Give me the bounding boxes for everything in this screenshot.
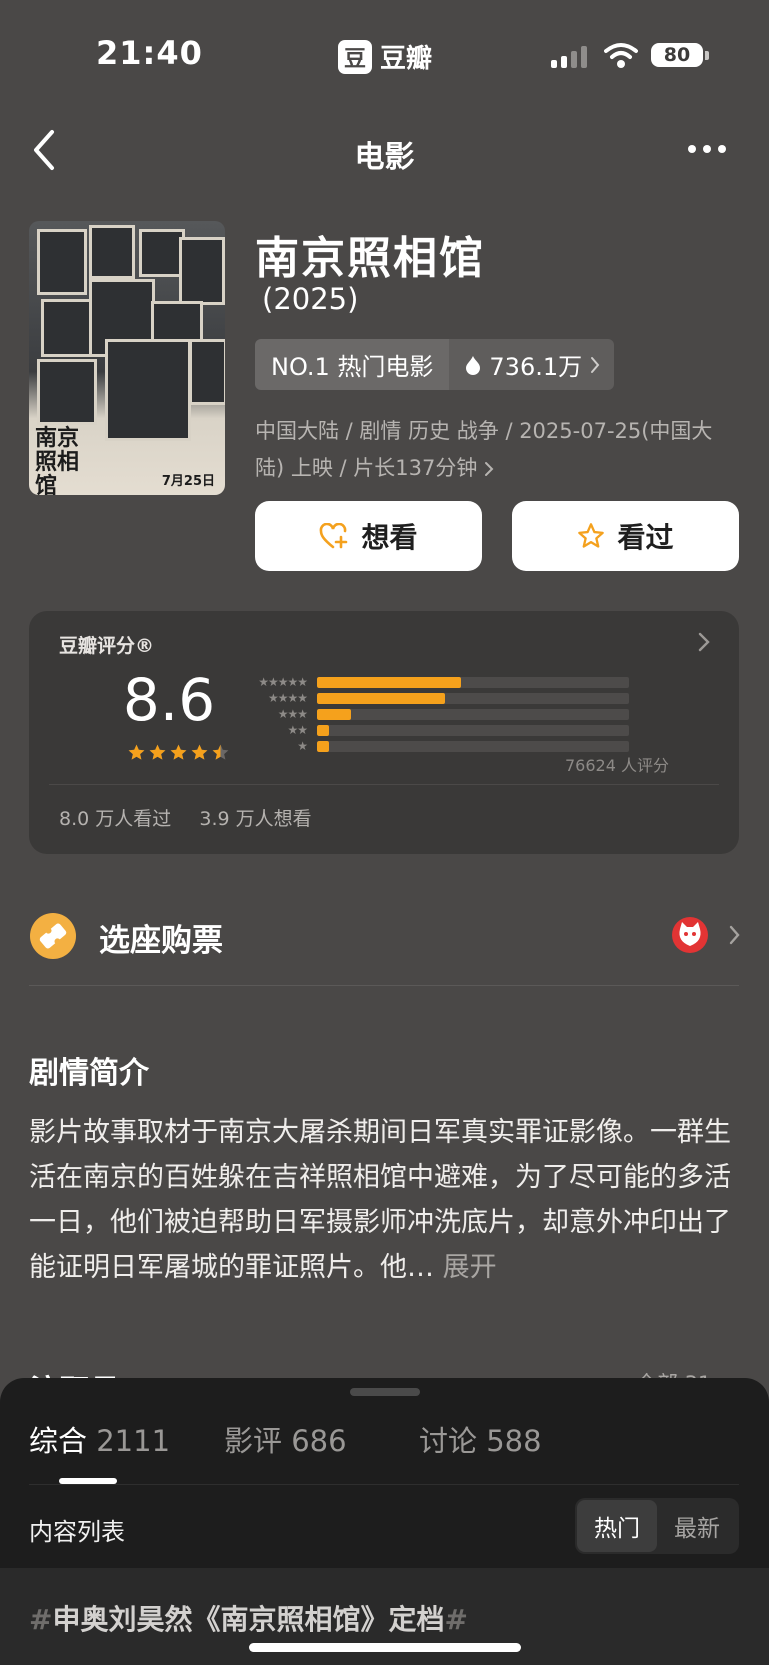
rating-bar-track [317, 724, 629, 736]
movie-year: (2025) [262, 282, 359, 316]
tab-discussions[interactable]: 讨论 588 [419, 1418, 542, 1460]
chevron-right-icon[interactable] [728, 924, 741, 946]
rating-star-icon [191, 744, 208, 760]
rating-star-icon [128, 744, 145, 760]
tab-reviews[interactable]: 影评 686 [224, 1418, 347, 1460]
hash-mark: # [444, 1603, 468, 1636]
maoyan-cat-icon [672, 917, 708, 953]
heat-value: 736.1万 [489, 353, 583, 381]
tab-overall[interactable]: 综合 2111 [29, 1418, 170, 1460]
ticket-icon [30, 913, 76, 959]
seen-label: 看过 [617, 521, 674, 554]
more-icon[interactable] [688, 145, 726, 153]
rating-bar [317, 740, 330, 752]
chevron-right-icon [485, 462, 494, 476]
hashtag-topic[interactable]: #申奥刘昊然《南京照相馆》定档# [29, 1598, 468, 1638]
flame-icon [466, 355, 481, 375]
sheet-grabber[interactable] [350, 1388, 420, 1396]
content-list-label: 内容列表 [29, 1518, 125, 1546]
rating-bar-row: ★★★★★ [237, 674, 629, 690]
bottom-sheet: 综合 2111 影评 686 讨论 588 内容列表 热门 最新 #申奥刘昊然《… [0, 1378, 769, 1665]
rating-bar [317, 708, 352, 720]
rating-score: 8.6 [122, 666, 216, 734]
status-time: 21:40 [96, 34, 203, 72]
wifi-icon [604, 43, 638, 68]
rating-bar [317, 676, 461, 688]
app-badge: 豆 豆瓣 [338, 38, 432, 75]
synopsis-text: 影片故事取材于南京大屠杀期间日军真实罪证影像。一群生活在南京的百姓躲在吉祥照相馆… [29, 1117, 731, 1283]
rating-bar-track [317, 740, 629, 752]
rating-star-icon [170, 744, 187, 760]
synopsis-title: 剧情简介 [29, 1056, 149, 1091]
rating-distribution: ★★★★★ ★★★★ ★★★ ★★ ★ [237, 674, 629, 754]
rating-bar-row: ★★★★ [237, 690, 629, 706]
rating-bar [317, 692, 445, 704]
tab-label: 讨论 [419, 1424, 478, 1458]
rating-bar-track [317, 692, 629, 704]
poster-title: 南京照相馆 [35, 426, 80, 496]
sort-toggle[interactable]: 热门 最新 [575, 1498, 739, 1554]
rating-title: 豆瓣评分® [59, 635, 155, 657]
rating-bar-row: ★★ [237, 722, 629, 738]
tab-label: 综合 [29, 1424, 88, 1458]
poster-date: 7月25日 [161, 474, 215, 489]
rating-bar-track [317, 676, 629, 688]
bar-star-icons: ★★ [287, 723, 308, 737]
rating-star-icon [149, 744, 166, 760]
cellular-signal-icon [551, 44, 587, 68]
bar-star-icons: ★★★★ [267, 691, 308, 705]
home-indicator[interactable] [249, 1643, 521, 1652]
tab-label: 影评 [224, 1424, 283, 1458]
rating-bar-track [317, 708, 629, 720]
rating-card[interactable]: 豆瓣评分® 8.6 ★★★★★ ★★★★ ★★★ ★★ ★ 76624 人评分 8.0 … [29, 611, 739, 854]
sort-hot-button[interactable]: 热门 [577, 1500, 657, 1552]
rating-stars [127, 743, 230, 762]
rating-bar-row: ★★★ [237, 706, 629, 722]
tab-count: 2111 [96, 1424, 171, 1458]
bar-star-icons: ★★★★★ [258, 675, 308, 689]
want-label: 想看 [361, 521, 418, 554]
rank-label: NO.1 热门电影 [255, 339, 450, 390]
hash-mark: # [29, 1603, 53, 1636]
rating-bar [317, 724, 330, 736]
want-count: 3.9 万人想看 [199, 808, 312, 830]
bar-star-icons: ★★★ [277, 707, 308, 721]
divider [29, 985, 739, 986]
douban-logo-icon: 豆 [338, 39, 372, 74]
rating-count: 76624 人评分 [565, 756, 669, 775]
app-name: 豆瓣 [380, 44, 433, 74]
hashtag-text: 申奥刘昊然《南京照相馆》定档 [52, 1603, 445, 1636]
movie-title: 南京照相馆 [255, 233, 485, 284]
divider [29, 1484, 739, 1485]
heat-value-box: 736.1万 [449, 339, 615, 390]
movie-poster[interactable]: 南京照相馆 7月25日 [29, 221, 225, 495]
expand-link[interactable]: 展开 [443, 1252, 497, 1283]
rating-star-icon [212, 744, 229, 760]
bar-star-icons: ★ [297, 739, 308, 753]
battery-icon: 80 [651, 43, 703, 67]
want-button[interactable]: 想看 [255, 501, 482, 571]
divider [49, 784, 719, 785]
seen-button[interactable]: 看过 [512, 501, 739, 571]
chevron-right-icon [698, 632, 710, 652]
seen-count: 8.0 万人看过 [59, 808, 172, 830]
movie-meta[interactable]: 中国大陆 / 剧情 历史 战争 / 2025-07-25(中国大陆) 上映 / … [255, 413, 730, 487]
tab-count: 686 [291, 1424, 347, 1458]
ticket-label[interactable]: 选座购票 [99, 915, 223, 960]
heart-plus-icon [320, 523, 348, 549]
chevron-right-icon [591, 356, 600, 373]
synopsis-body: 影片故事取材于南京大屠杀期间日军真实罪证影像。一群生活在南京的百姓躲在吉祥照相馆… [29, 1110, 739, 1290]
tab-count: 588 [486, 1424, 542, 1458]
watch-stats: 8.0 万人看过 3.9 万人想看 [59, 804, 312, 831]
sort-latest-button[interactable]: 最新 [657, 1500, 737, 1552]
rank-chip[interactable]: NO.1 热门电影 736.1万 [255, 339, 615, 390]
page-title: 电影 [354, 140, 415, 175]
battery-tip [705, 51, 709, 60]
star-outline-icon [578, 523, 605, 548]
